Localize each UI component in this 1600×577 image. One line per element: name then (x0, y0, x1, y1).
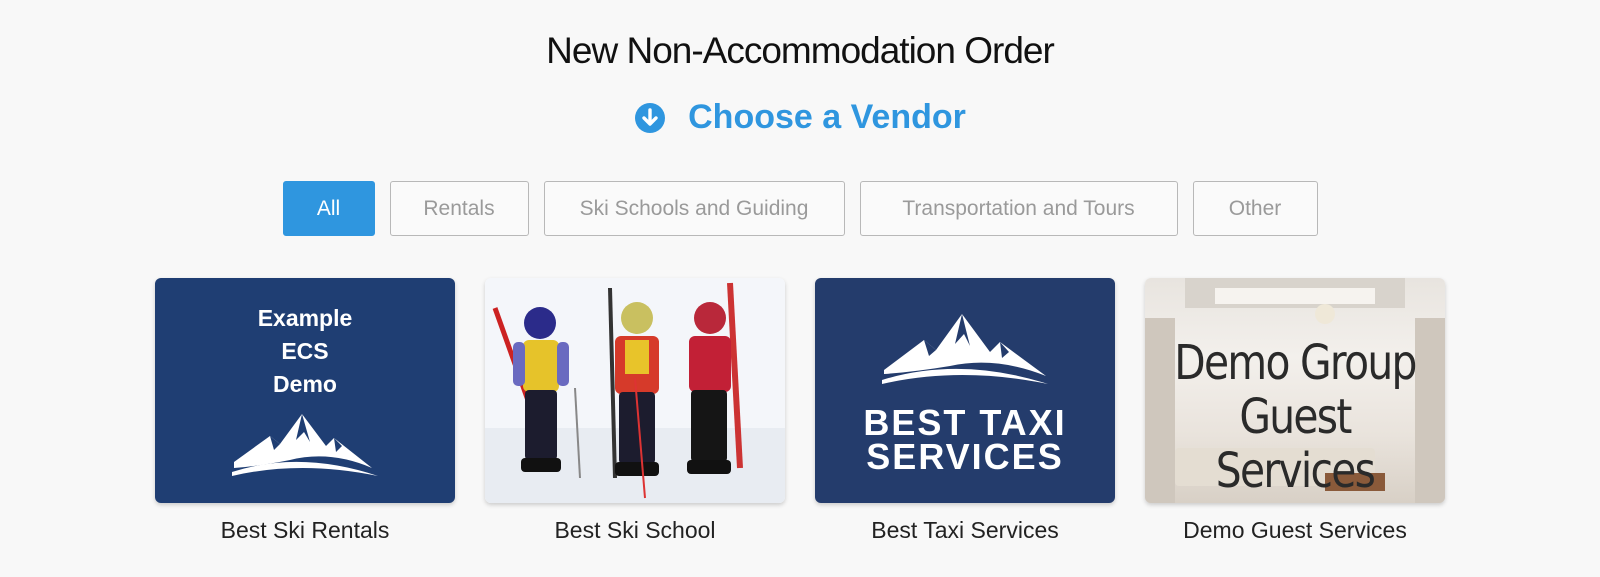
mountain-logo-icon (882, 314, 1048, 384)
logo-text: Demo Group Guest Services (1168, 336, 1423, 498)
vendor-name[interactable]: Demo Guest Services (1145, 517, 1445, 544)
logo-text-line: Example (257, 305, 353, 331)
vendor-photo-image[interactable]: Demo Group Guest Services (1145, 278, 1445, 503)
logo-text-line: ECS (281, 338, 329, 364)
logo-text-line: SERVICES (866, 436, 1064, 477)
category-filter-bar: All Rentals Ski Schools and Guiding Tran… (0, 181, 1600, 236)
logo-text: BEST TAXI SERVICES (815, 402, 1115, 477)
arrow-down-circle-icon (634, 102, 666, 134)
vendor-logo-image[interactable]: Example ECS Demo (155, 278, 455, 503)
choose-vendor-label: Choose a Vendor (688, 98, 966, 136)
filter-ski-schools-button[interactable]: Ski Schools and Guiding (543, 181, 845, 236)
vendor-card-best-ski-school[interactable]: Best Ski School (485, 278, 785, 544)
logo-text-line: Demo Group (1174, 335, 1417, 391)
choose-vendor-heading: Choose a Vendor (0, 98, 1600, 137)
vendor-name[interactable]: Best Taxi Services (815, 517, 1115, 544)
ski-children-photo (485, 282, 785, 503)
page-title: New Non-Accommodation Order (546, 30, 1055, 71)
filter-rentals-button[interactable]: Rentals (389, 181, 529, 236)
mountain-logo-icon (232, 414, 378, 476)
filter-other-button[interactable]: Other (1192, 181, 1318, 236)
vendor-card-best-ski-rentals[interactable]: Example ECS Demo Best Ski Rentals (155, 278, 455, 544)
vendor-logo-image[interactable]: BEST TAXI SERVICES (815, 278, 1115, 503)
filter-transportation-button[interactable]: Transportation and Tours (859, 181, 1178, 236)
logo-text-line: Demo (273, 371, 337, 397)
logo-text-line: Guest Services (1215, 389, 1376, 499)
vendor-name[interactable]: Best Ski School (485, 517, 785, 544)
logo-text: Example ECS Demo (155, 302, 455, 401)
vendor-card-best-taxi-services[interactable]: BEST TAXI SERVICES Best Taxi Services (815, 278, 1115, 544)
vendor-name[interactable]: Best Ski Rentals (155, 517, 455, 544)
vendor-grid: Example ECS Demo Best Ski Rentals Best S… (155, 278, 1445, 544)
vendor-photo-image[interactable] (485, 278, 785, 503)
vendor-card-demo-guest-services[interactable]: Demo Group Guest Services Demo Guest Ser… (1145, 278, 1445, 544)
filter-all-button[interactable]: All (282, 181, 375, 236)
logo-text-line: BEST TAXI (863, 402, 1067, 443)
